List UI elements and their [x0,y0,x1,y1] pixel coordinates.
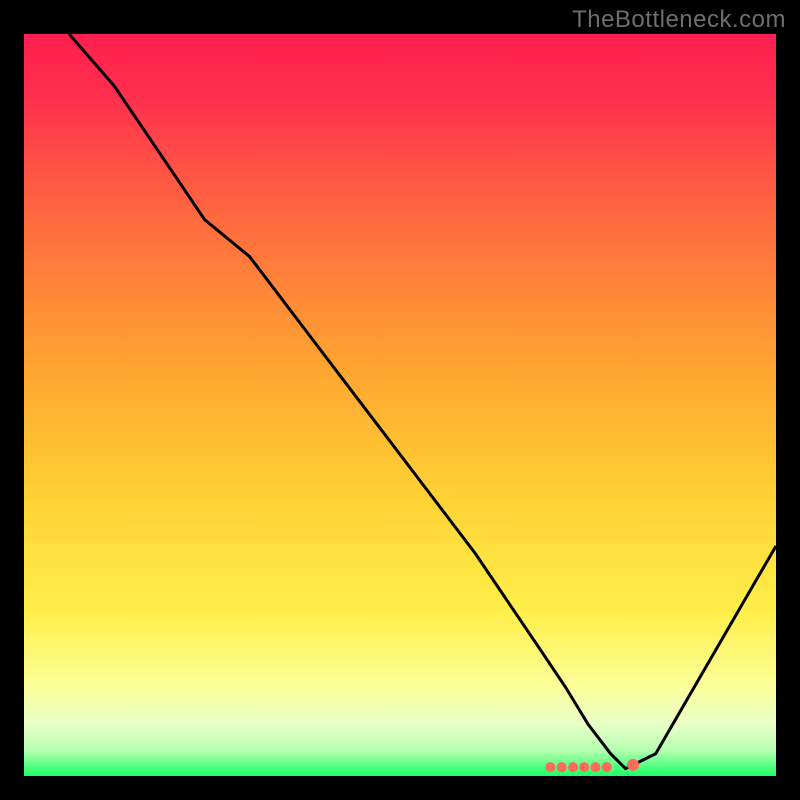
plot-svg [24,34,776,776]
optimal-dot [568,762,578,772]
optimal-dot [602,762,612,772]
optimal-dot [627,759,639,771]
optimal-dot [557,762,567,772]
watermark-text: TheBottleneck.com [572,6,786,34]
plot-area [24,34,776,776]
chart-frame: TheBottleneck.com [0,0,800,800]
optimal-dot [545,762,555,772]
optimal-dot [579,762,589,772]
gradient-background [24,34,776,776]
optimal-dot [591,762,601,772]
